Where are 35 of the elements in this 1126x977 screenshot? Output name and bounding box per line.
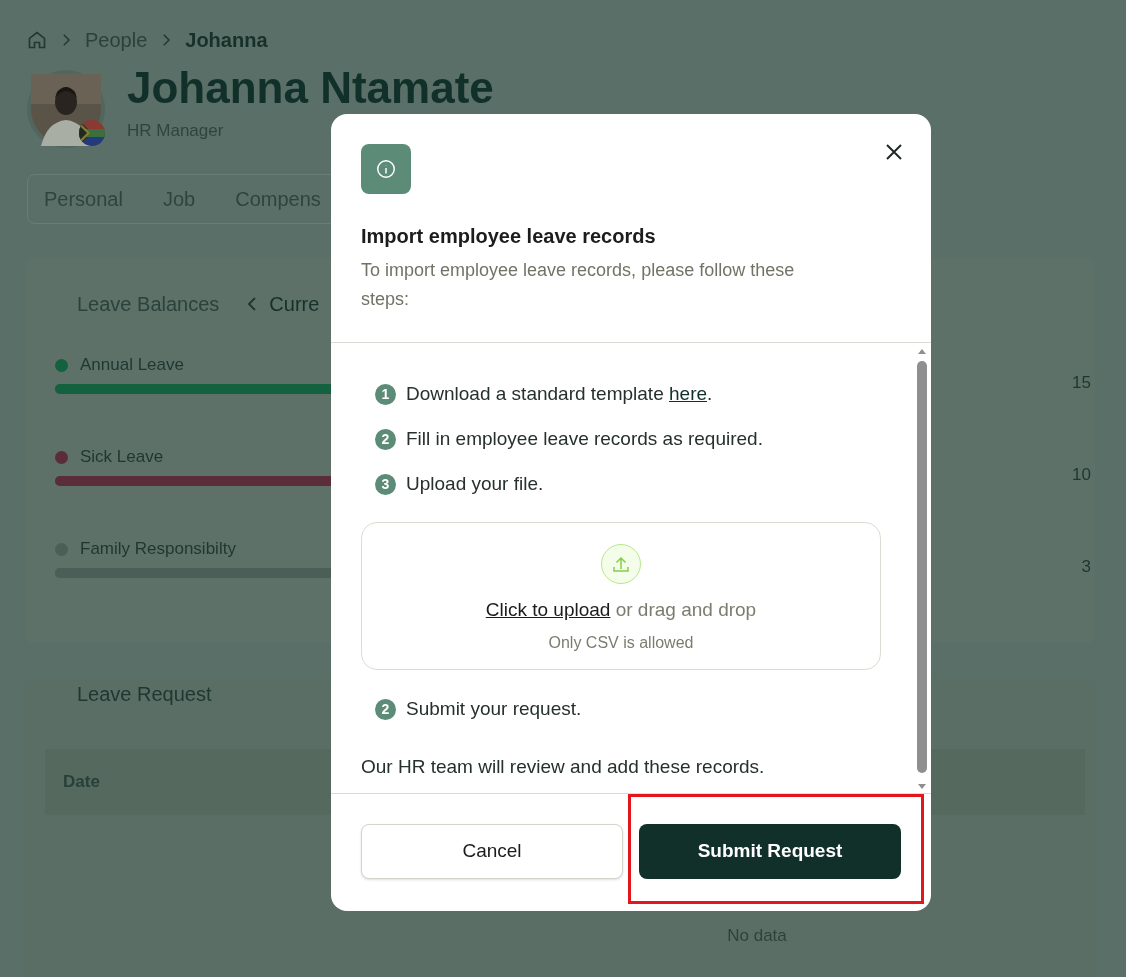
upload-link[interactable]: Click to upload bbox=[485, 599, 611, 620]
flag-icon bbox=[79, 120, 105, 146]
home-icon[interactable] bbox=[27, 30, 47, 50]
upload-hint: Only CSV is allowed bbox=[548, 632, 694, 653]
person-name: Johanna Ntamate bbox=[127, 66, 494, 110]
submit-button[interactable]: Submit Request bbox=[639, 824, 901, 879]
dialog-description: To import employee leave records, please follow these steps: bbox=[361, 259, 796, 311]
upload-area[interactable]: Click to upload or drag and drop Only CSV is allowed bbox=[361, 522, 881, 670]
step-number: 2 bbox=[375, 698, 396, 720]
leave-type: Family Responsibilty bbox=[80, 538, 236, 561]
step-text: Submit your request. bbox=[406, 696, 582, 721]
info-icon bbox=[361, 144, 411, 194]
step-text: Download a standard template here. bbox=[406, 381, 713, 406]
step-number: 1 bbox=[375, 383, 396, 405]
scroll-up-icon[interactable] bbox=[917, 347, 927, 355]
step-text: Fill in employee leave records as required. bbox=[406, 426, 763, 451]
step-number: 2 bbox=[375, 428, 396, 450]
close-icon[interactable] bbox=[886, 144, 902, 160]
scroll-down-icon[interactable] bbox=[917, 783, 927, 791]
template-link[interactable]: here bbox=[669, 382, 708, 404]
closing-note: Our HR team will review and add these records. bbox=[361, 755, 766, 779]
step-number: 3 bbox=[375, 473, 396, 495]
leave-count: 3 bbox=[1080, 556, 1091, 578]
period-label: Curre bbox=[269, 292, 320, 317]
leave-count: 15 bbox=[1071, 372, 1091, 394]
leave-type: Sick Leave bbox=[80, 446, 164, 469]
upload-icon bbox=[601, 544, 641, 584]
cancel-button[interactable]: Cancel bbox=[361, 824, 623, 879]
scrollbar-thumb[interactable] bbox=[917, 361, 927, 773]
dialog-title: Import employee leave records bbox=[361, 224, 657, 249]
leave-count: 10 bbox=[1071, 464, 1091, 486]
leave-type: Annual Leave bbox=[80, 354, 184, 377]
upload-instruction: Click to upload or drag and drop bbox=[485, 598, 757, 622]
section-title: Leave Request bbox=[77, 683, 212, 705]
step-text: Upload your file. bbox=[406, 471, 544, 496]
